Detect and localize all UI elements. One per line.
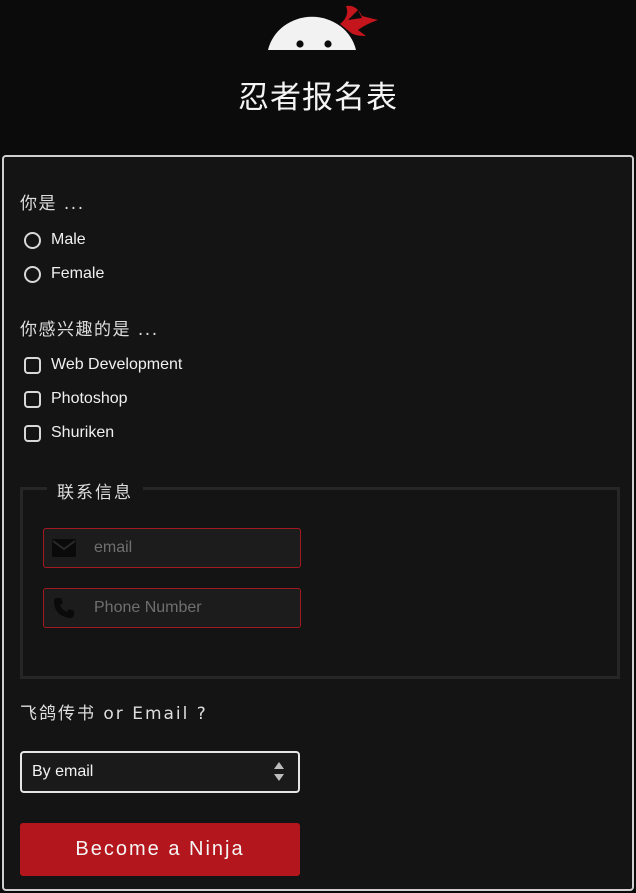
female-label: Female	[51, 265, 105, 282]
header: 忍者报名表	[0, 0, 636, 155]
phone-field[interactable]	[43, 588, 301, 628]
interests-question: 你感兴趣的是 ...	[20, 320, 159, 340]
gender-option-male[interactable]: Male	[24, 229, 86, 251]
male-label: Male	[51, 231, 86, 248]
contact-method-select[interactable]: By email	[20, 751, 300, 793]
email-field[interactable]	[43, 528, 301, 568]
shuriken-checkbox[interactable]	[24, 424, 41, 442]
web-development-checkbox[interactable]	[24, 356, 41, 374]
preference-question: 飞鸽传书 or Email ?	[20, 704, 208, 724]
phone-icon	[44, 589, 84, 627]
gender-option-female[interactable]: Female	[24, 263, 104, 285]
web-development-label: Web Development	[51, 356, 183, 373]
signup-form: 你是 ... Male Female 你感兴趣的是 ... Web Develo…	[2, 155, 634, 891]
photoshop-checkbox[interactable]	[24, 390, 41, 408]
photoshop-label: Photoshop	[51, 390, 128, 407]
male-radio[interactable]	[24, 231, 41, 249]
shuriken-label: Shuriken	[51, 424, 115, 441]
female-radio[interactable]	[24, 265, 41, 283]
contact-method-selected: By email	[32, 763, 94, 780]
phone-input[interactable]	[94, 599, 284, 617]
gender-question: 你是 ...	[20, 194, 85, 214]
ninja-logo-icon	[268, 5, 378, 51]
interest-option-photoshop[interactable]: Photoshop	[24, 388, 128, 410]
envelope-icon	[44, 529, 84, 567]
interest-option-shuriken[interactable]: Shuriken	[24, 422, 114, 444]
contact-info-fieldset: 联系信息	[20, 478, 620, 679]
contact-info-legend: 联系信息	[47, 478, 143, 503]
interest-option-web-development[interactable]: Web Development	[24, 354, 182, 376]
select-arrows-icon	[274, 762, 284, 781]
page-title: 忍者报名表	[238, 80, 398, 116]
email-input[interactable]	[94, 539, 284, 557]
become-ninja-button[interactable]: Become a Ninja	[20, 823, 300, 876]
